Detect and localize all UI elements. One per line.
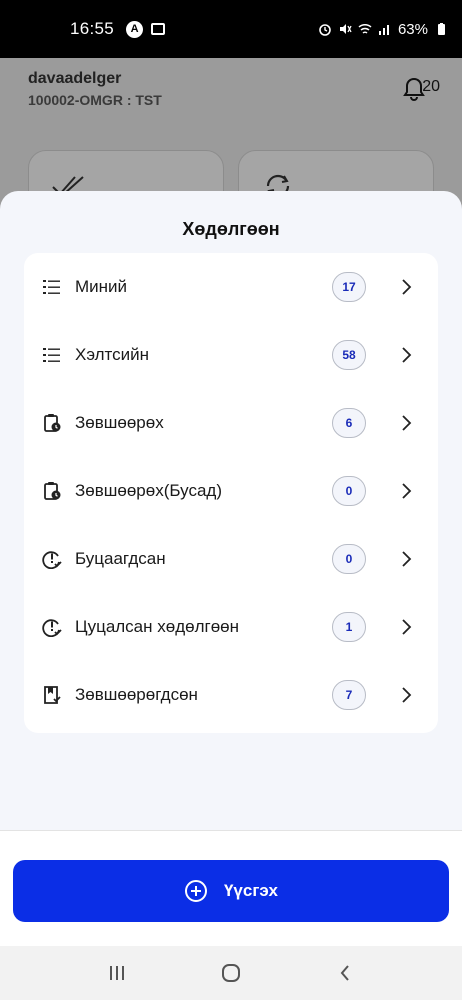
chevron-right-icon	[402, 619, 412, 635]
movement-list: Миний 17 Хэлтсийн 58 Зөвшөөрөх 6 Зөвшөөр…	[24, 253, 438, 733]
create-button[interactable]: Үүсгэх	[13, 860, 449, 922]
home-button[interactable]	[219, 961, 243, 985]
count-badge: 58	[332, 340, 366, 370]
count-badge: 1	[332, 612, 366, 642]
create-button-label: Үүсгэх	[223, 881, 279, 900]
chevron-right-icon	[402, 551, 412, 567]
alarm-icon	[319, 24, 331, 36]
list-icon	[43, 280, 60, 294]
status-time: 16:55	[70, 19, 115, 38]
recent-apps-button[interactable]	[105, 961, 129, 985]
count-badge: 0	[332, 544, 366, 574]
system-nav-bar	[0, 946, 462, 1000]
wifi-icon	[358, 23, 372, 34]
list-item-label: Миний	[75, 277, 128, 296]
back-icon	[340, 965, 349, 981]
notification-count: 20	[422, 78, 440, 95]
alert-check-icon	[42, 619, 62, 637]
notification-button[interactable]: 20	[402, 76, 440, 102]
sheet-title: Хөдөлгөөн	[182, 219, 280, 239]
status-bar: 16:55 A 63%	[0, 0, 462, 58]
list-item-label: Зөвшөөрөх	[75, 413, 164, 432]
list-item-cancelled[interactable]: Цуцалсан хөдөлгөөн 1	[24, 597, 438, 657]
chevron-right-icon	[402, 687, 412, 703]
organization-code: 100002-OMGR : TST	[28, 92, 162, 108]
list-icon	[43, 348, 60, 362]
count-badge: 7	[332, 680, 366, 710]
chevron-right-icon	[402, 347, 412, 363]
battery-icon	[438, 23, 445, 35]
image-notification-icon	[151, 23, 166, 35]
signal-icon	[378, 25, 389, 35]
alert-check-icon	[42, 551, 62, 569]
list-item-label: Хэлтсийн	[75, 345, 150, 364]
count-badge: 17	[332, 272, 366, 302]
create-button-area: Үүсгэх	[0, 830, 462, 946]
list-item-to-approve[interactable]: Зөвшөөрөх 6	[24, 393, 438, 453]
chevron-right-icon	[402, 279, 412, 295]
chevron-right-icon	[402, 415, 412, 431]
home-icon	[222, 964, 240, 982]
list-item-mine[interactable]: Миний 17	[24, 257, 438, 317]
username: davaadelger	[28, 70, 122, 87]
list-item-approved[interactable]: Зөвшөөрөгдсөн 7	[24, 665, 438, 725]
list-item-label: Буцаагдсан	[75, 549, 166, 568]
count-badge: 0	[332, 476, 366, 506]
mute-icon	[339, 24, 352, 34]
chevron-right-icon	[402, 483, 412, 499]
clipboard-clock-icon	[44, 482, 61, 500]
clipboard-clock-icon	[44, 414, 61, 432]
list-item-label: Зөвшөөрөгдсөн	[75, 685, 198, 704]
battery-percent: 63%	[397, 20, 428, 38]
recent-apps-icon	[110, 966, 124, 980]
list-item-returned[interactable]: Буцаагдсан 0	[24, 529, 438, 589]
back-button[interactable]	[333, 961, 357, 985]
approved-doc-icon	[44, 686, 61, 704]
list-item-label: Зөвшөөрөх(Бусад)	[75, 481, 222, 500]
plus-circle-icon	[184, 880, 207, 902]
app-notification-icon: A	[126, 20, 144, 38]
user-header: davaadelger 100002-OMGR : TST	[28, 70, 162, 108]
count-badge: 6	[332, 408, 366, 438]
list-item-label: Цуцалсан хөдөлгөөн	[75, 617, 239, 636]
list-item-to-approve-other[interactable]: Зөвшөөрөх(Бусад) 0	[24, 461, 438, 521]
list-item-department[interactable]: Хэлтсийн 58	[24, 325, 438, 385]
